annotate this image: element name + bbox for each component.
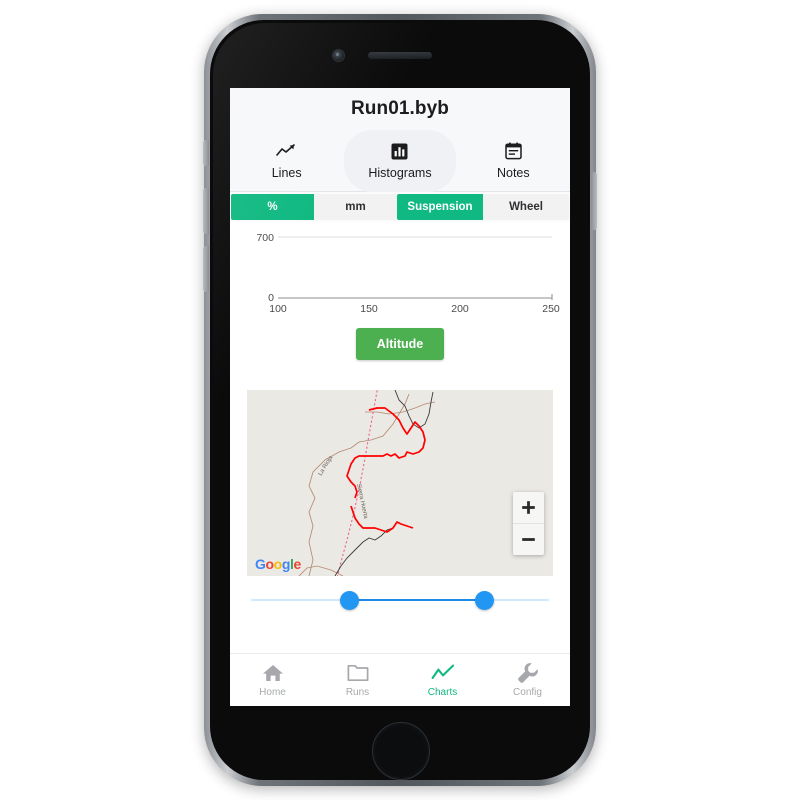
minus-icon (522, 538, 535, 541)
silence-switch[interactable] (203, 140, 209, 166)
volume-down-button[interactable] (203, 246, 209, 292)
nav-item-config-label: Config (513, 687, 542, 698)
map-zoom-in-button[interactable] (513, 492, 544, 523)
slider-handle-max[interactable] (475, 590, 494, 610)
nav-item-config[interactable]: Config (485, 654, 570, 706)
slider-selected-range (347, 599, 482, 601)
source-segmented-control: Suspension Wheel (397, 194, 569, 220)
power-button[interactable] (591, 172, 597, 230)
nav-item-runs[interactable]: Runs (315, 654, 400, 706)
notes-icon (505, 142, 522, 161)
altitude-button[interactable]: Altitude (355, 328, 445, 360)
nav-item-home-label: Home (259, 687, 286, 698)
volume-up-button[interactable] (203, 188, 209, 234)
plus-icon (522, 501, 535, 514)
page-title: Run01.byb (350, 98, 450, 119)
segmented-control-row: % mm Suspension Wheel (230, 192, 570, 222)
app-title-bar: Run01.byb (230, 88, 570, 130)
home-button[interactable] (372, 722, 430, 780)
tab-notes-label: Notes (496, 165, 530, 180)
map-zoom-controls (513, 492, 544, 555)
folder-icon (347, 662, 369, 684)
top-tab-bar: Lines Histograms Notes (230, 130, 570, 192)
segment-percent[interactable]: % (231, 194, 314, 220)
chart-series-toggle-row: Altitude (230, 322, 570, 390)
slider-handle-min[interactable] (340, 590, 359, 610)
units-segmented-control: % mm (231, 194, 397, 220)
home-icon (262, 662, 284, 684)
earpiece-speaker (368, 52, 432, 59)
tab-notes[interactable]: Notes (457, 130, 570, 191)
wrench-icon (517, 662, 539, 684)
time-range-slider[interactable] (230, 579, 570, 621)
screenshot-root: Run01.byb Lines Histograms Notes % mm Su… (0, 0, 800, 800)
x-tick-150: 150 (360, 303, 378, 315)
nav-item-home[interactable]: Home (230, 654, 315, 706)
map-view[interactable]: La Rioja Sierra Huerta Google (247, 390, 553, 576)
x-tick-250: 250 (542, 303, 560, 315)
front-camera-icon (333, 50, 344, 61)
google-logo: Google (255, 556, 301, 572)
map-zoom-out-button[interactable] (513, 523, 544, 555)
tab-lines[interactable]: Lines (230, 130, 343, 191)
segment-wheel[interactable]: Wheel (483, 194, 569, 220)
line-chart-icon (431, 662, 455, 684)
tab-histograms-label: Histograms (368, 165, 432, 180)
tab-lines-label: Lines (271, 165, 302, 180)
segment-suspension[interactable]: Suspension (397, 194, 483, 220)
bottom-navigation-bar: Home Runs Charts Config (230, 653, 570, 706)
tab-histograms[interactable]: Histograms (343, 130, 456, 191)
segment-mm[interactable]: mm (314, 194, 397, 220)
line-chart-icon (275, 142, 298, 161)
nav-item-charts[interactable]: Charts (400, 654, 485, 706)
nav-item-runs-label: Runs (345, 687, 370, 698)
x-tick-200: 200 (451, 303, 469, 315)
phone-screen: Run01.byb Lines Histograms Notes % mm Su… (230, 88, 570, 706)
bar-chart-icon (391, 142, 408, 161)
y-tick-700: 700 (256, 232, 274, 244)
x-tick-100: 100 (269, 303, 287, 315)
map-container: La Rioja Sierra Huerta Google (230, 390, 570, 579)
altitude-chart[interactable]: 700 0 100 150 200 250 (230, 222, 570, 322)
nav-item-charts-label: Charts (427, 687, 458, 698)
